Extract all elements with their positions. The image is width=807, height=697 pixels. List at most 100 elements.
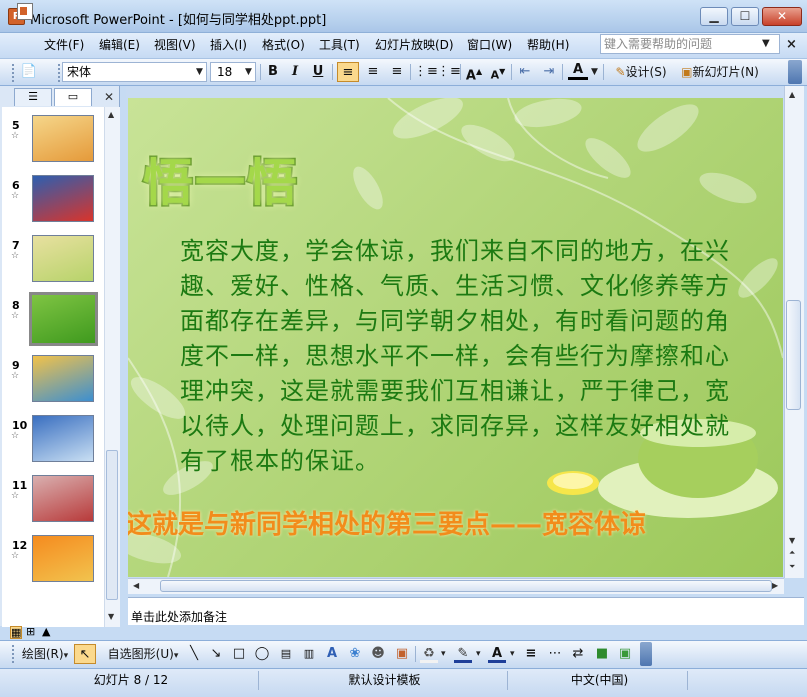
diagram-icon[interactable]: ❀ [346, 644, 364, 664]
numbered-list-icon[interactable]: ⋮≡ [414, 62, 438, 82]
slide-thumbnail-item[interactable]: 12 ☆ [2, 535, 104, 595]
toolbar-grip[interactable] [12, 64, 15, 82]
menu-format[interactable]: 格式(O) [262, 36, 305, 54]
fill-color-dropdown-icon[interactable]: ▾ [441, 649, 446, 659]
menu-file[interactable]: 文件(F) [44, 36, 84, 54]
slide-thumbnail-item[interactable]: 8 ☆ [2, 292, 104, 355]
increase-font-icon[interactable]: A▲ [464, 62, 484, 83]
bold-button[interactable]: B [264, 62, 282, 82]
picture-icon[interactable]: ▣ [393, 644, 411, 664]
scroll-left-icon[interactable]: ◀ [133, 581, 139, 590]
scroll-down-icon[interactable]: ▼ [789, 536, 795, 545]
slide-thumbnail[interactable] [32, 475, 94, 522]
drawing-font-color-icon[interactable]: A [488, 644, 506, 663]
slide-footer-text[interactable]: 这就是与新同学相处的第三要点——宽容体谅 [128, 504, 783, 541]
arrow-tool-icon[interactable]: ↘ [207, 644, 225, 664]
help-search-input[interactable]: 键入需要帮助的问题 [600, 34, 780, 54]
font-name-dropdown-icon[interactable]: ▼ [196, 67, 203, 77]
thumbnail-scroll-thumb[interactable] [106, 450, 118, 600]
normal-view-icon[interactable]: ▦ [10, 626, 23, 639]
close-pane-button[interactable]: ✕ [104, 90, 114, 104]
select-pointer-icon[interactable]: ↖ [74, 644, 96, 664]
autoshapes-menu-button[interactable]: 自选图形(U)▾ [103, 644, 183, 664]
slide-thumbnail-item[interactable]: 6 ☆ [2, 175, 104, 235]
slide-thumbnail[interactable] [32, 115, 94, 162]
menu-tools[interactable]: 工具(T) [319, 36, 360, 54]
drawing-font-color-dropdown-icon[interactable]: ▾ [510, 649, 515, 659]
dash-style-icon[interactable]: ⋯ [546, 644, 564, 664]
fill-color-icon[interactable]: ♻ [420, 644, 438, 663]
slide-thumbnail[interactable] [32, 175, 94, 222]
font-name-select[interactable]: 宋体 [62, 62, 207, 82]
slide-sorter-icon[interactable]: ⊞ [26, 626, 35, 637]
slide-vertical-scroll-thumb[interactable] [786, 300, 801, 410]
tab-slides[interactable]: ▭ [54, 88, 92, 106]
line-tool-icon[interactable]: ╲ [185, 644, 203, 664]
menu-window[interactable]: 窗口(W) [467, 36, 512, 54]
3d-style-icon[interactable]: ▣ [616, 644, 634, 664]
underline-button[interactable]: U [309, 62, 327, 82]
line-style-icon[interactable]: ≡ [522, 644, 540, 664]
slide-thumbnail[interactable] [32, 235, 94, 282]
rectangle-tool-icon[interactable]: □ [230, 644, 248, 664]
notes-pane[interactable]: 单击此处添加备注 [128, 597, 804, 625]
align-center-icon[interactable]: ≡ [362, 62, 384, 82]
decrease-indent-icon[interactable]: ⇤ [515, 62, 535, 82]
menu-view[interactable]: 视图(V) [154, 36, 196, 54]
scroll-down-icon[interactable]: ▼ [108, 612, 114, 621]
oval-tool-icon[interactable]: ◯ [253, 644, 271, 664]
align-right-icon[interactable]: ≡ [386, 62, 408, 82]
new-document-icon[interactable]: 📄 [18, 62, 40, 82]
next-slide-icon[interactable]: ⏷ [789, 562, 795, 572]
vertical-textbox-icon[interactable]: ▥ [300, 644, 318, 664]
italic-button[interactable]: I [286, 62, 304, 82]
slide-thumbnail[interactable] [32, 415, 94, 462]
toolbar-grip[interactable] [58, 64, 61, 82]
slide-horizontal-scroll-thumb[interactable] [160, 580, 772, 592]
slide-canvas[interactable]: 悟一悟 宽容大度，学会体谅，我们来自不同的地方，在兴趣、爱好、性格、气质、生活习… [128, 98, 783, 577]
increase-indent-icon[interactable]: ⇥ [539, 62, 559, 82]
shadow-style-icon[interactable]: ■ [593, 644, 611, 664]
clipart-icon[interactable]: ☻ [369, 644, 387, 664]
wordart-icon[interactable]: A [323, 644, 341, 664]
slide-thumbnail-item[interactable]: 10 ☆ [2, 415, 104, 475]
menu-slideshow[interactable]: 幻灯片放映(D) [375, 36, 454, 54]
tab-outline[interactable]: ☰ [14, 88, 52, 106]
minimize-button[interactable]: ▁ [700, 7, 728, 26]
slide-thumbnail-item[interactable]: 5 ☆ [2, 115, 104, 175]
slideshow-icon[interactable]: ▲ [42, 626, 50, 637]
decrease-font-icon[interactable]: A▼ [488, 62, 508, 82]
slide-thumbnail[interactable] [32, 355, 94, 402]
new-slide-button[interactable]: ▣新幻灯片(N) [675, 62, 765, 82]
line-color-icon[interactable]: ✎ [454, 644, 472, 663]
arrow-style-icon[interactable]: ⇄ [569, 644, 587, 664]
help-dropdown-icon[interactable]: ▼ [762, 38, 770, 49]
menu-edit[interactable]: 编辑(E) [99, 36, 140, 54]
previous-slide-icon[interactable]: ⏶ [789, 548, 795, 558]
close-document-button[interactable]: × [786, 37, 797, 52]
font-color-dropdown-icon[interactable]: ▼ [591, 67, 598, 77]
draw-menu-button[interactable]: 绘图(R)▾ [19, 644, 71, 664]
slide-thumbnail-item[interactable]: 11 ☆ [2, 475, 104, 535]
close-window-button[interactable]: ✕ [762, 7, 802, 26]
toolbar-options-icon[interactable] [788, 60, 802, 84]
font-size-dropdown-icon[interactable]: ▼ [245, 67, 252, 77]
align-left-icon[interactable]: ≡ [337, 62, 359, 82]
drawbar-options-icon[interactable] [640, 642, 652, 666]
scroll-right-icon[interactable]: ▶ [772, 581, 778, 590]
scroll-up-icon[interactable]: ▲ [789, 90, 795, 99]
design-button[interactable]: ✎设计(S) [609, 62, 673, 82]
menu-help[interactable]: 帮助(H) [527, 36, 569, 54]
line-color-dropdown-icon[interactable]: ▾ [476, 649, 481, 659]
slide-thumbnail-item[interactable]: 9 ☆ [2, 355, 104, 415]
toolbar-grip[interactable] [12, 645, 15, 663]
slide-thumbnail-item[interactable]: 7 ☆ [2, 235, 104, 295]
document-icon[interactable] [17, 3, 33, 20]
textbox-tool-icon[interactable]: ▤ [277, 644, 295, 664]
font-color-icon[interactable]: A [568, 61, 588, 80]
scroll-up-icon[interactable]: ▲ [108, 110, 114, 119]
maximize-button[interactable]: ☐ [731, 7, 759, 26]
bullet-list-icon[interactable]: ⋮≡ [437, 62, 461, 82]
slide-heading[interactable]: 悟一悟 [142, 143, 299, 215]
slide-thumbnail[interactable] [29, 292, 98, 346]
